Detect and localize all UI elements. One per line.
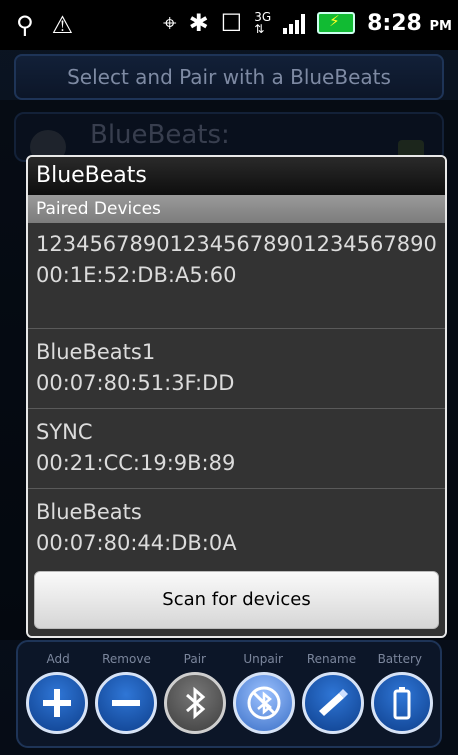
remove-button[interactable] — [94, 672, 157, 734]
clock: 8:28 PM — [367, 11, 452, 36]
status-bar: ⚲ ⚠ ⌖ ✱ ☐ 3G⇅ 8:28 PM — [0, 0, 458, 50]
device-address: 00:1E:52:DB:A5:60 — [36, 263, 237, 287]
device-list-item[interactable]: BlueBeats1 00:07:80:51:3F:DD — [28, 329, 445, 409]
device-name: SYNC — [36, 420, 93, 444]
device-list: 123456789012345678901234567890 00:1E:52:… — [28, 223, 445, 569]
bluetooth-icon: ✱ — [188, 9, 209, 37]
unpair-button[interactable] — [232, 672, 295, 734]
plus-icon — [42, 689, 71, 717]
toolbar-labels: Add Remove Pair Unpair Rename Battery — [18, 652, 440, 666]
clock-ampm: PM — [429, 18, 452, 34]
bluetooth-icon — [185, 686, 205, 720]
status-left: ⚲ ⚠ — [16, 10, 73, 40]
device-list-item[interactable]: SYNC 00:21:CC:19:9B:89 — [28, 409, 445, 489]
add-label: Add — [46, 652, 70, 666]
battery-label: Battery — [377, 652, 422, 666]
signal-icon — [283, 12, 306, 34]
3g-icon: 3G ⇅ — [254, 10, 272, 36]
device-name: BlueBeats — [36, 500, 142, 524]
add-button[interactable] — [25, 672, 88, 734]
bottom-toolbar: Add Remove Pair Unpair Rename Battery — [16, 640, 442, 748]
scan-for-devices-button[interactable]: Scan for devices — [34, 571, 439, 629]
unpair-label: Unpair — [243, 652, 283, 666]
device-address: 00:07:80:44:DB:0A — [36, 531, 237, 555]
dialog-footer: Scan for devices — [28, 569, 445, 636]
battery-button[interactable] — [370, 672, 433, 734]
device-address: 00:21:CC:19:9B:89 — [36, 451, 236, 475]
usb-icon: ⚲ — [16, 11, 34, 39]
toolbar-buttons — [18, 672, 440, 734]
rename-label: Rename — [306, 652, 357, 666]
battery-charging-icon — [317, 12, 356, 34]
status-right: ⌖ ✱ ☐ 3G⇅ 8:28 PM — [163, 8, 452, 38]
rename-icon — [318, 689, 348, 716]
vibrate-icon: ☐ — [220, 9, 243, 37]
remove-label: Remove — [102, 652, 151, 666]
pair-button[interactable] — [163, 672, 226, 734]
paired-devices-dialog: BlueBeats Paired Devices 123456789012345… — [26, 155, 447, 638]
device-list-item[interactable]: BlueBeats 00:07:80:44:DB:0A — [28, 489, 445, 569]
screen: ⚲ ⚠ ⌖ ✱ ☐ 3G⇅ 8:28 PM Select and Pair wi… — [0, 0, 458, 755]
minus-icon — [111, 700, 140, 706]
device-name: BlueBeats1 — [36, 340, 156, 364]
clock-time: 8:28 — [367, 10, 422, 36]
dialog-section-header: Paired Devices — [28, 195, 445, 223]
rename-button[interactable] — [301, 672, 364, 734]
bluetooth-unpair-icon — [247, 686, 280, 720]
pair-label: Pair — [183, 652, 206, 666]
gps-icon: ⌖ — [163, 9, 177, 37]
device-name: 123456789012345678901234567890 — [36, 232, 437, 256]
battery-icon — [393, 687, 410, 720]
warning-icon: ⚠ — [51, 11, 74, 39]
device-address: 00:07:80:51:3F:DD — [36, 371, 235, 395]
device-list-item[interactable]: 123456789012345678901234567890 00:1E:52:… — [28, 223, 445, 329]
dialog-title: BlueBeats — [28, 157, 445, 195]
page-title: Select and Pair with a BlueBeats — [14, 54, 444, 100]
